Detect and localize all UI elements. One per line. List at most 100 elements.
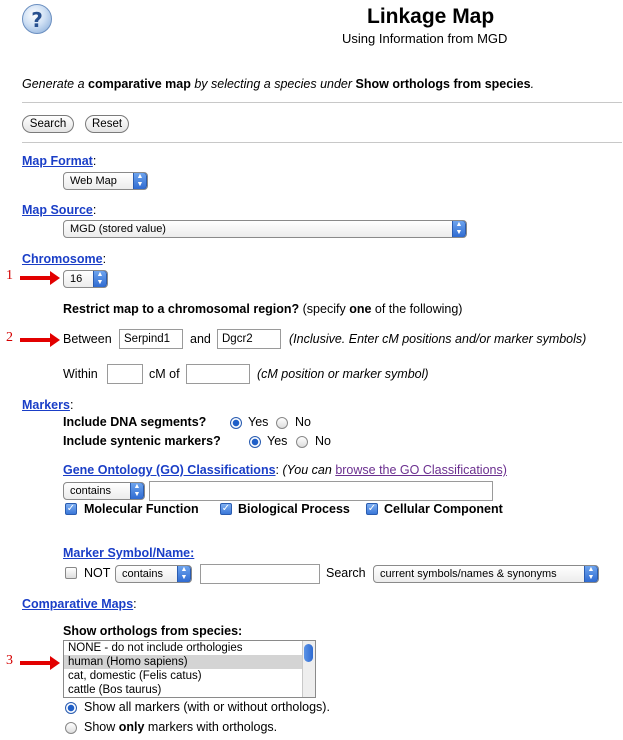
go-link[interactable]: Gene Ontology (GO) Classifications: [63, 463, 276, 477]
map-format-select[interactable]: Web Map ▲ ▼: [63, 172, 148, 190]
browse-go-link[interactable]: browse the GO Classifications): [335, 463, 507, 477]
go-search-input[interactable]: [149, 481, 493, 501]
dna-segments-label: Include DNA segments?: [63, 415, 207, 429]
marker-operator-select[interactable]: contains ▲ ▼: [115, 565, 192, 583]
search-scope-label: Search: [326, 566, 366, 580]
show-all-radio[interactable]: [65, 702, 77, 714]
region-heading-bold: Restrict map to a chromosomal region?: [63, 302, 300, 316]
go-operator-value: contains: [70, 485, 111, 497]
go-heading: Gene Ontology (GO) Classifications: (You…: [63, 463, 507, 477]
red-arrow-icon: [20, 333, 60, 347]
chromosome-link[interactable]: Chromosome: [22, 252, 103, 266]
species-scrollbar[interactable]: [302, 641, 315, 697]
comparative-link[interactable]: Comparative Maps: [22, 597, 133, 611]
show-only-radio[interactable]: [65, 722, 77, 734]
cm-of-label: cM of: [149, 367, 180, 381]
marker-symbol-link[interactable]: Marker Symbol/Name:: [63, 546, 194, 560]
markers-link[interactable]: Markers: [22, 398, 70, 412]
biological-process-checkbox[interactable]: ✓: [220, 503, 232, 515]
select-arrows-icon: ▲ ▼: [452, 221, 466, 237]
no-label: No: [315, 434, 331, 448]
annotation-number: 1: [6, 268, 13, 283]
show-only-bold: only: [118, 720, 145, 734]
within-label: Within: [63, 367, 98, 381]
syntenic-no-radio[interactable]: [296, 436, 308, 448]
markers-label: Markers:: [22, 398, 74, 412]
page-title: Linkage Map: [367, 5, 495, 28]
yes-label: Yes: [267, 434, 288, 448]
intro-part: .: [530, 77, 535, 91]
cellular-component-checkbox[interactable]: ✓: [366, 503, 378, 515]
between-hint: (Inclusive. Enter cM positions and/or ma…: [289, 332, 587, 346]
no-label: No: [295, 415, 311, 429]
divider: [22, 142, 622, 143]
page-subtitle: Using Information from MGD: [342, 31, 508, 46]
search-scope-value: current symbols/names & synonyms: [380, 568, 557, 580]
red-arrow-icon: [20, 656, 60, 670]
within-hint: (cM position or marker symbol): [257, 367, 429, 381]
show-all-label: Show all markers (with or without orthol…: [84, 700, 330, 714]
within-cm-input[interactable]: [107, 364, 143, 384]
species-option[interactable]: NONE - do not include orthologies: [64, 641, 315, 655]
show-only-text: Show: [84, 720, 119, 734]
intro-bold: comparative map: [88, 77, 191, 91]
select-arrows-icon: ▲ ▼: [133, 173, 147, 189]
help-icon[interactable]: ?: [22, 4, 52, 34]
species-listbox[interactable]: NONE - do not include orthologies human …: [63, 640, 316, 698]
species-option[interactable]: cat, domestic (Felis catus): [64, 669, 315, 683]
go-note: (You can: [282, 463, 336, 477]
chromosome-value: 16: [70, 273, 83, 285]
scrollbar-thumb[interactable]: [304, 644, 313, 662]
not-label: NOT: [84, 566, 111, 580]
intro-part: by selecting a species under: [190, 77, 356, 91]
annotation-number: 2: [6, 330, 13, 345]
map-source-label: Map Source:: [22, 203, 97, 217]
annotation-number: 3: [6, 653, 13, 668]
species-option[interactable]: cattle (Bos taurus): [64, 683, 315, 697]
divider: [22, 102, 622, 103]
between-from-input[interactable]: Serpind1: [119, 329, 183, 349]
select-arrows-icon: ▲ ▼: [93, 271, 107, 287]
yes-label: Yes: [248, 415, 269, 429]
orthologs-label: Show orthologs from species:: [63, 624, 243, 638]
red-arrow-icon: [20, 271, 60, 285]
chromosome-select[interactable]: 16 ▲ ▼: [63, 270, 108, 288]
between-label: Between: [63, 332, 112, 346]
comparative-label: Comparative Maps:: [22, 597, 137, 611]
region-heading-text: of the following): [371, 302, 463, 316]
not-checkbox[interactable]: [65, 567, 77, 579]
show-only-label: Show only markers with orthologs.: [84, 720, 277, 734]
and-label: and: [190, 332, 211, 346]
cellular-component-label: Cellular Component: [384, 502, 503, 516]
within-marker-input[interactable]: [186, 364, 250, 384]
map-format-value: Web Map: [70, 175, 117, 187]
map-format-link[interactable]: Map Format: [22, 154, 93, 168]
intro-part: Generate a: [22, 77, 89, 91]
marker-search-input[interactable]: [200, 564, 320, 584]
chromosome-label: Chromosome:: [22, 252, 107, 266]
region-heading: Restrict map to a chromosomal region? (s…: [63, 302, 462, 316]
molecular-function-checkbox[interactable]: ✓: [65, 503, 77, 515]
intro-bold: Show orthologs from species: [355, 77, 531, 91]
dna-segments-yes-radio[interactable]: [230, 417, 242, 429]
search-button[interactable]: Search: [22, 115, 74, 133]
marker-symbol-heading: Marker Symbol/Name:: [63, 546, 194, 560]
molecular-function-label: Molecular Function: [84, 502, 199, 516]
intro-text: Generate a comparative map by selecting …: [22, 77, 534, 91]
go-operator-select[interactable]: contains ▲ ▼: [63, 482, 145, 500]
show-only-text: markers with orthologs.: [144, 720, 278, 734]
select-arrows-icon: ▲ ▼: [177, 566, 191, 582]
dna-segments-no-radio[interactable]: [276, 417, 288, 429]
region-heading-text: (specify: [299, 302, 350, 316]
select-arrows-icon: ▲ ▼: [130, 483, 144, 499]
select-arrows-icon: ▲ ▼: [584, 566, 598, 582]
syntenic-label: Include syntenic markers?: [63, 434, 221, 448]
reset-button[interactable]: Reset: [85, 115, 129, 133]
map-source-select[interactable]: MGD (stored value) ▲ ▼: [63, 220, 467, 238]
between-to-input[interactable]: Dgcr2: [217, 329, 281, 349]
map-source-link[interactable]: Map Source: [22, 203, 93, 217]
search-scope-select[interactable]: current symbols/names & synonyms ▲ ▼: [373, 565, 599, 583]
syntenic-yes-radio[interactable]: [249, 436, 261, 448]
map-source-value: MGD (stored value): [70, 223, 166, 235]
species-option-selected[interactable]: human (Homo sapiens): [64, 655, 315, 669]
